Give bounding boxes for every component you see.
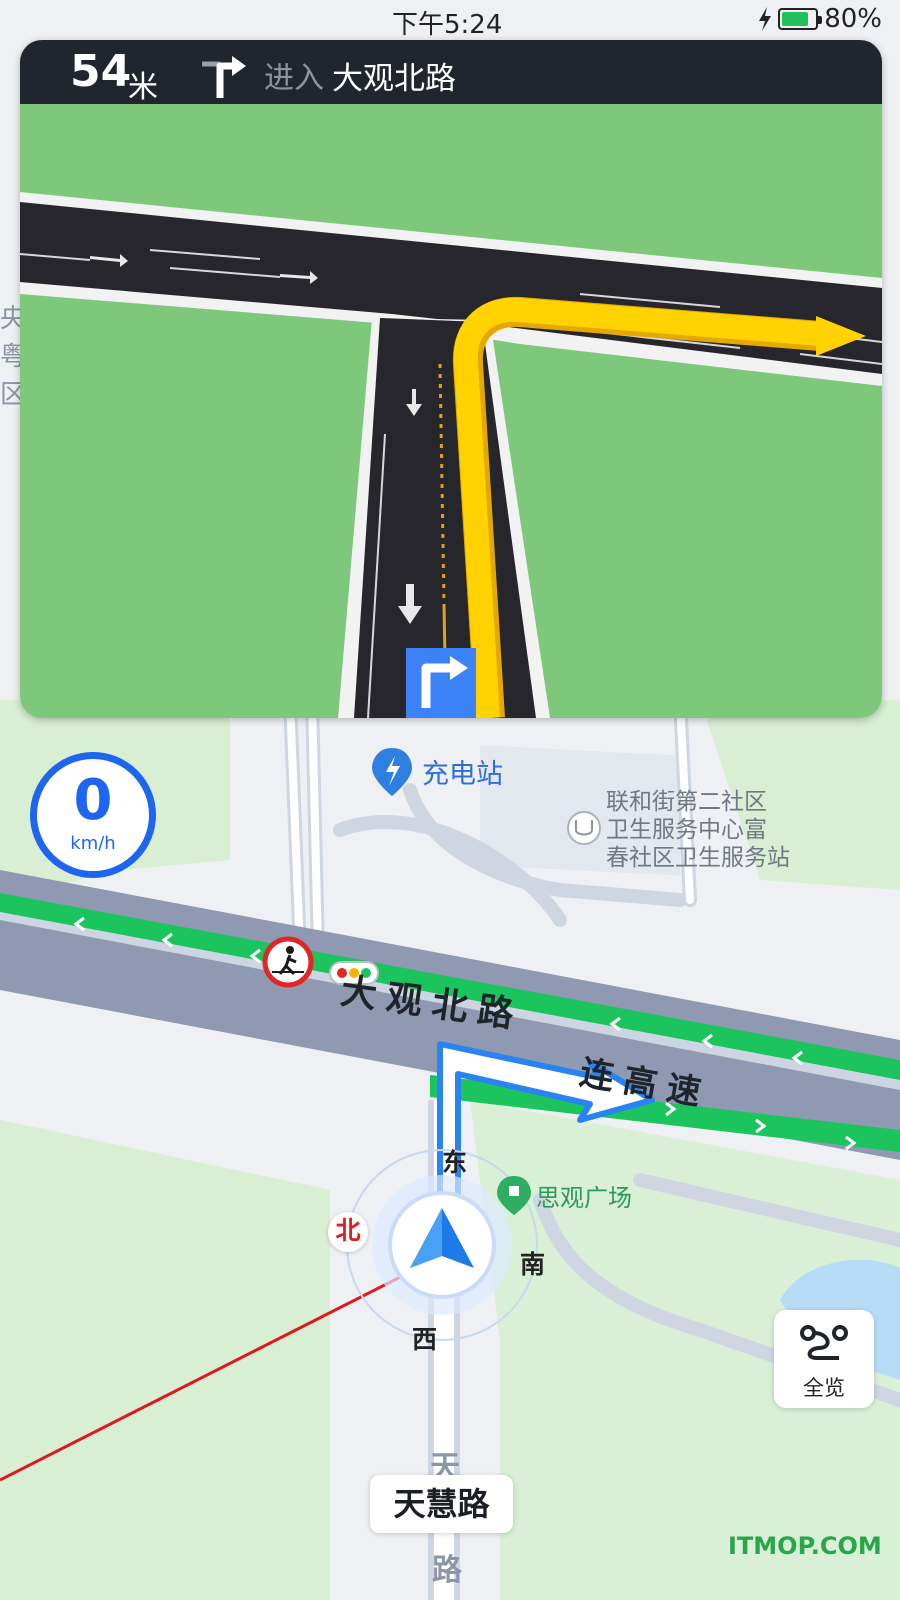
poi-charging-station[interactable]: 充电站	[422, 752, 503, 791]
status-bar: 下午5:24 80%	[0, 0, 900, 40]
current-road-label: 天慧路	[370, 1475, 513, 1533]
pedestrian-warning-icon	[262, 936, 314, 988]
poi-clinic[interactable]: 联和街第二社区 卫生服务中心富 春社区卫生服务站	[606, 788, 790, 872]
route-overview-icon	[800, 1325, 848, 1360]
charging-bolt-icon	[759, 7, 772, 31]
watermark: ITMOP.COM	[728, 1532, 882, 1560]
battery-percent: 80%	[824, 4, 882, 34]
guidance-action: 进入	[264, 61, 324, 96]
speed-value: 0	[73, 768, 113, 833]
junction-view	[20, 104, 882, 718]
route-overview-label: 全览	[803, 1376, 845, 1400]
poi-clinic-line: 卫生服务中心富	[606, 817, 767, 843]
speed-unit: km/h	[70, 833, 116, 854]
park-area	[0, 1120, 330, 1600]
turn-right-icon	[202, 56, 246, 98]
poi-clinic-line: 联和街第二社区	[606, 789, 767, 815]
status-time: 下午5:24	[392, 10, 503, 40]
road-label-side-bottom: 路	[432, 1553, 462, 1588]
compass-east: 东	[442, 1148, 468, 1177]
distance-value: 54	[70, 46, 132, 97]
speedometer: 0 km/h	[30, 752, 156, 878]
poi-clinic-line: 春社区卫生服务站	[606, 845, 790, 871]
distance-unit: 米	[128, 70, 158, 105]
compass-west: 西	[412, 1325, 438, 1354]
compass-north[interactable]: 北	[328, 1212, 368, 1252]
turn-sign	[406, 648, 476, 718]
guidance-road-name: 大观北路	[332, 61, 456, 97]
battery-fill	[782, 12, 808, 26]
compass-south: 南	[520, 1250, 546, 1279]
guidance-card[interactable]: 54 米 进入 大观北路	[20, 40, 882, 718]
status-right: 80%	[758, 4, 882, 34]
clinic-icon[interactable]	[567, 811, 601, 845]
guidance-header: 54 米 进入 大观北路	[20, 40, 882, 105]
battery-icon	[778, 8, 823, 30]
route-overview-button[interactable]: 全览	[774, 1310, 874, 1408]
poi-plaza[interactable]: 思观广场	[536, 1178, 632, 1213]
